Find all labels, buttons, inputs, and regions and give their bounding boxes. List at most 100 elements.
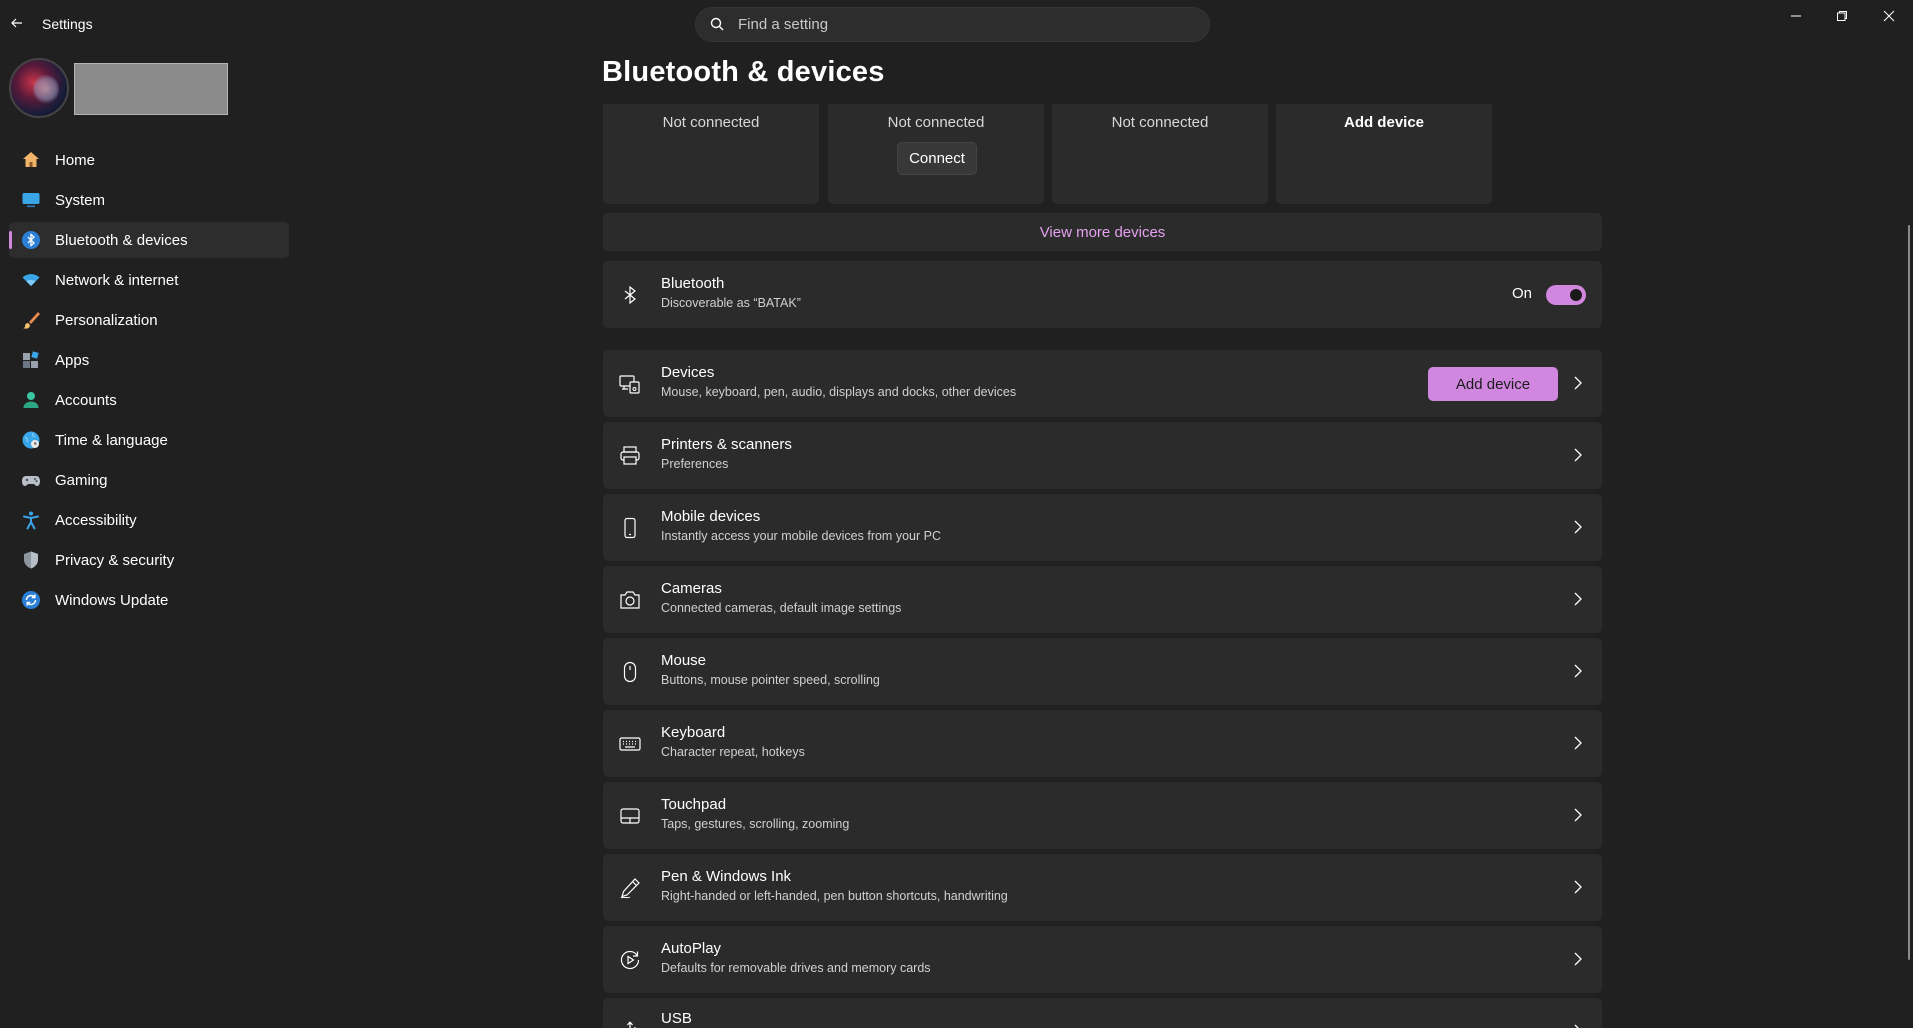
camera-icon bbox=[619, 589, 641, 611]
chevron-right-icon bbox=[1570, 519, 1586, 535]
sidebar-item-windows-update[interactable]: Windows Update bbox=[9, 582, 289, 618]
pen-icon bbox=[619, 877, 641, 899]
sidebar-item-privacy-security[interactable]: Privacy & security bbox=[9, 542, 289, 578]
mobile-devices-card[interactable]: Mobile devices Instantly access your mob… bbox=[603, 494, 1602, 561]
card-subtitle: Instantly access your mobile devices fro… bbox=[661, 529, 941, 543]
bluetooth-card[interactable]: Bluetooth Discoverable as “BATAK” On bbox=[603, 261, 1602, 328]
chevron-right-icon bbox=[1570, 879, 1586, 895]
home-icon bbox=[21, 150, 41, 170]
sidebar-item-home[interactable]: Home bbox=[9, 142, 289, 178]
device-tile[interactable]: Not connected bbox=[1052, 104, 1268, 204]
keyboard-card[interactable]: Keyboard Character repeat, hotkeys bbox=[603, 710, 1602, 777]
minimize-button[interactable] bbox=[1773, 0, 1819, 32]
card-subtitle: Defaults for removable drives and memory… bbox=[661, 961, 931, 975]
sidebar-item-accessibility[interactable]: Accessibility bbox=[9, 502, 289, 538]
main-content: Not connected Not connected Connect Not … bbox=[603, 104, 1602, 1028]
card-title: Pen & Windows Ink bbox=[661, 868, 792, 885]
devices-card[interactable]: Devices Mouse, keyboard, pen, audio, dis… bbox=[603, 350, 1602, 417]
autoplay-card[interactable]: AutoPlay Defaults for removable drives a… bbox=[603, 926, 1602, 993]
app-title: Settings bbox=[42, 16, 93, 32]
close-button[interactable] bbox=[1866, 0, 1912, 32]
card-subtitle: Right-handed or left-handed, pen button … bbox=[661, 889, 1008, 903]
card-subtitle: Buttons, mouse pointer speed, scrolling bbox=[661, 673, 880, 687]
toggle-knob bbox=[1570, 289, 1582, 301]
usb-icon bbox=[619, 1020, 641, 1028]
card-subtitle: Taps, gestures, scrolling, zooming bbox=[661, 817, 850, 831]
update-icon bbox=[21, 590, 41, 610]
touchpad-icon bbox=[619, 805, 641, 827]
chevron-right-icon bbox=[1570, 951, 1586, 967]
card-title: Keyboard bbox=[661, 724, 726, 741]
bluetooth-icon bbox=[21, 230, 41, 250]
avatar bbox=[9, 58, 69, 118]
device-tiles: Not connected Not connected Connect Not … bbox=[603, 104, 1602, 204]
close-icon bbox=[1883, 10, 1895, 22]
card-subtitle: Preferences bbox=[661, 457, 729, 471]
accessibility-icon bbox=[21, 510, 41, 530]
search-box[interactable] bbox=[695, 7, 1210, 42]
search-input[interactable] bbox=[738, 16, 1178, 33]
card-title: Cameras bbox=[661, 580, 722, 597]
chevron-right-icon bbox=[1570, 663, 1586, 679]
sidebar-item-network-internet[interactable]: Network & internet bbox=[9, 262, 289, 298]
bluetooth-toggle[interactable] bbox=[1546, 285, 1586, 305]
monitor-icon bbox=[21, 190, 41, 210]
view-more-devices-link[interactable]: View more devices bbox=[603, 213, 1602, 251]
chevron-right-icon bbox=[1570, 735, 1586, 751]
sidebar-item-system[interactable]: System bbox=[9, 182, 289, 218]
card-title: USB bbox=[661, 1010, 692, 1027]
card-title: Printers & scanners bbox=[661, 436, 792, 453]
keyboard-icon bbox=[619, 733, 641, 755]
device-status: Not connected bbox=[887, 114, 985, 131]
sidebar-item-gaming[interactable]: Gaming bbox=[9, 462, 289, 498]
bluetooth-state-label: On bbox=[1511, 285, 1532, 302]
add-device-tile[interactable]: Add device bbox=[1276, 104, 1492, 204]
card-title: Mouse bbox=[661, 652, 707, 669]
page-title: Bluetooth & devices bbox=[602, 56, 885, 88]
brush-icon bbox=[21, 310, 41, 330]
add-device-button[interactable]: Add device bbox=[1428, 367, 1558, 401]
cameras-card[interactable]: Cameras Connected cameras, default image… bbox=[603, 566, 1602, 633]
chevron-right-icon bbox=[1570, 375, 1586, 391]
device-status: Not connected bbox=[662, 114, 760, 131]
chevron-right-icon bbox=[1570, 447, 1586, 463]
bluetooth-icon bbox=[619, 284, 641, 306]
apps-icon bbox=[21, 350, 41, 370]
sidebar-item-time-language[interactable]: Time & language bbox=[9, 422, 289, 458]
touchpad-card[interactable]: Touchpad Taps, gestures, scrolling, zoom… bbox=[603, 782, 1602, 849]
devices-subtitle: Mouse, keyboard, pen, audio, displays an… bbox=[661, 385, 1017, 399]
add-device-tile-label: Add device bbox=[1343, 114, 1425, 131]
restore-button[interactable] bbox=[1819, 0, 1865, 32]
bluetooth-title: Bluetooth bbox=[661, 275, 725, 292]
search-icon bbox=[710, 17, 726, 33]
printers-scanners-card[interactable]: Printers & scanners Preferences bbox=[603, 422, 1602, 489]
profile-name-redacted bbox=[74, 63, 228, 115]
card-title: Mobile devices bbox=[661, 508, 761, 525]
devices-icon bbox=[619, 373, 641, 395]
card-subtitle: Connected cameras, default image setting… bbox=[661, 601, 902, 615]
bluetooth-subtitle: Discoverable as “BATAK” bbox=[661, 296, 801, 310]
device-tile[interactable]: Not connected bbox=[603, 104, 819, 204]
pen-windows-ink-card[interactable]: Pen & Windows Ink Right-handed or left-h… bbox=[603, 854, 1602, 921]
person-icon bbox=[21, 390, 41, 410]
back-button[interactable] bbox=[6, 12, 28, 34]
connect-button[interactable]: Connect bbox=[897, 142, 977, 175]
chevron-right-icon bbox=[1570, 1023, 1586, 1028]
sidebar-item-apps[interactable]: Apps bbox=[9, 342, 289, 378]
usb-card[interactable]: USB bbox=[603, 998, 1602, 1028]
sidebar-item-bluetooth-devices[interactable]: Bluetooth & devices bbox=[9, 222, 289, 258]
device-status: Not connected bbox=[1111, 114, 1209, 131]
card-subtitle: Character repeat, hotkeys bbox=[661, 745, 805, 759]
sidebar-item-personalization[interactable]: Personalization bbox=[9, 302, 289, 338]
wifi-icon bbox=[21, 270, 41, 290]
card-title: Touchpad bbox=[661, 796, 727, 813]
phone-icon bbox=[619, 517, 641, 539]
autoplay-icon bbox=[619, 949, 641, 971]
content-scrollbar[interactable] bbox=[1908, 225, 1910, 960]
sidebar-item-accounts[interactable]: Accounts bbox=[9, 382, 289, 418]
minimize-icon bbox=[1791, 15, 1801, 17]
mouse-card[interactable]: Mouse Buttons, mouse pointer speed, scro… bbox=[603, 638, 1602, 705]
sidebar-nav: Home System Bluetooth & devices Network … bbox=[9, 142, 289, 622]
device-tile[interactable]: Not connected Connect bbox=[828, 104, 1044, 204]
back-arrow-icon bbox=[11, 18, 22, 28]
